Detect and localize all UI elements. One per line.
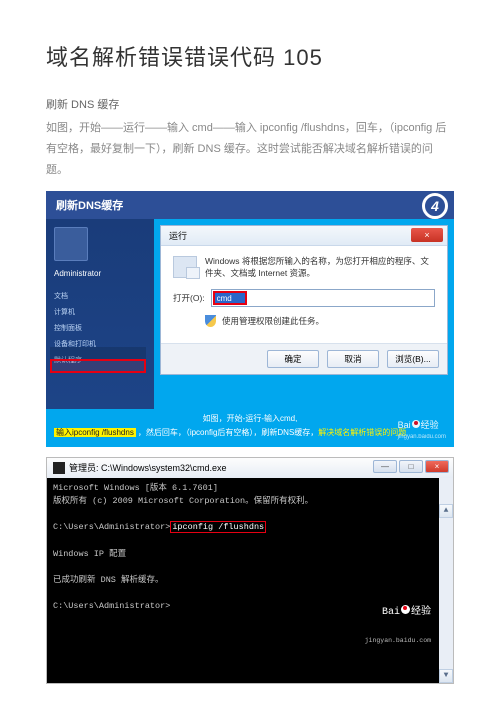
browse-button[interactable]: 浏览(B)... [387, 350, 439, 368]
close-button[interactable]: × [411, 228, 443, 242]
section-heading: 刷新 DNS 缓存 [46, 96, 454, 112]
caption-rest: ，然后回车，（ipconfig后有空格），刷新DNS缓存， [138, 428, 318, 437]
scrollbar[interactable]: ▲ ▼ [439, 478, 453, 683]
step-number-badge: 4 [422, 193, 448, 219]
run-description: Windows 将根据您所输入的名称，为您打开相应的程序、文件夹、文档或 Int… [205, 256, 435, 280]
cmd-icon [53, 462, 65, 474]
cmd-command-highlight: ipconfig /flushdns [170, 521, 266, 533]
cmd-line: 版权所有 (c) 2009 Microsoft Corporation。保留所有… [53, 496, 313, 506]
cmd-line: Windows IP 配置 [53, 549, 126, 559]
cmd-prompt: C:\Users\Administrator> [53, 601, 170, 611]
shield-icon [205, 315, 216, 327]
tutorial-step-title: 刷新DNS缓存 [56, 197, 123, 213]
caption-goal: 解决域名解析错误的问题 [318, 428, 406, 437]
caption-command-highlight: 输入ipconfig /flushdns [54, 428, 136, 437]
minimize-button[interactable]: — [373, 460, 397, 473]
cmd-prompt: C:\Users\Administrator> [53, 522, 170, 532]
highlight-run-item [50, 359, 146, 373]
tutorial-caption: 如图，开始-运行-输入cmd, 输入ipconfig /flushdns，然后回… [46, 409, 454, 447]
description-text: 如图，开始——运行——输入 cmd——输入 ipconfig /flushdns… [46, 118, 454, 181]
run-icon [173, 256, 197, 278]
cmd-success-line: 已成功刷新 DNS 解析缓存。 [53, 575, 164, 585]
sidebar-item: 计算机 [46, 304, 154, 320]
cmd-titlebar: 管理员: C:\Windows\system32\cmd.exe — □ × [47, 458, 453, 478]
sidebar-username: Administrator [54, 269, 154, 278]
run-dialog: 运行 × Windows 将根据您所输入的名称，为您打开相应的程序、文件夹、文档… [160, 225, 448, 376]
highlight [50, 347, 146, 359]
cmd-line: Microsoft Windows [版本 6.1.7601] [53, 483, 218, 493]
tutorial-step-header: 刷新DNS缓存 4 [46, 191, 454, 219]
close-button[interactable]: × [425, 460, 449, 473]
screenshot-run-dialog: 刷新DNS缓存 4 Administrator 文档 计算机 控制面板 设备和打… [46, 191, 454, 447]
screenshot-cmd-window: 管理员: C:\Windows\system32\cmd.exe — □ × M… [46, 457, 454, 684]
cancel-button[interactable]: 取消 [327, 350, 379, 368]
baidu-watermark: Bai经验 jingyan.baidu.com [334, 589, 431, 677]
input-highlight: cmd [213, 291, 247, 305]
page-title: 域名解析错误错误代码 105 [46, 40, 454, 72]
user-avatar [54, 227, 88, 261]
scroll-down-icon[interactable]: ▼ [439, 669, 453, 683]
sidebar-item: 文档 [46, 288, 154, 304]
cmd-title-text: 管理员: C:\Windows\system32\cmd.exe [69, 461, 227, 474]
ok-button[interactable]: 确定 [267, 350, 319, 368]
run-dialog-titlebar: 运行 × [161, 226, 447, 246]
baidu-watermark: Bai经验 jingyan.baidu.com [398, 419, 446, 442]
run-dialog-title: 运行 [169, 229, 187, 242]
sidebar-item: 控制面板 [46, 320, 154, 336]
maximize-button[interactable]: □ [399, 460, 423, 473]
open-label: 打开(O): [173, 292, 205, 304]
admin-text: 使用管理权限创建此任务。 [222, 315, 324, 327]
start-menu-sidebar: Administrator 文档 计算机 控制面板 设备和打印机 默认程序 [46, 219, 154, 409]
cmd-output: Microsoft Windows [版本 6.1.7601] 版权所有 (c)… [47, 478, 453, 683]
run-input[interactable]: cmd [211, 289, 435, 307]
scroll-up-icon[interactable]: ▲ [439, 504, 453, 518]
caption-line-1: 如图，开始-运行-输入cmd, [54, 413, 446, 425]
